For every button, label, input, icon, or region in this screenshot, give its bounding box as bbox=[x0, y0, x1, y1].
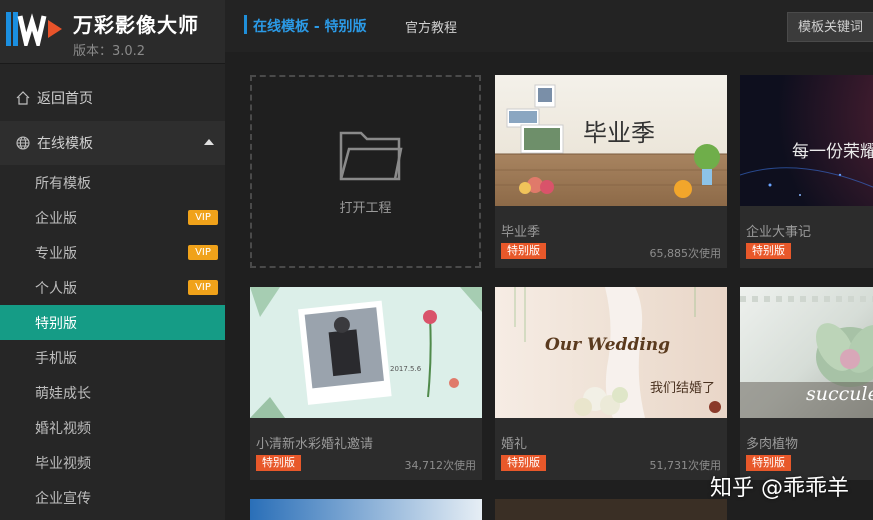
sidebar-item-label: 毕业视频 bbox=[35, 455, 91, 472]
sidebar: 万彩影像大师 版本：3.0.2 返回首页 在线模板 所有模板企业版 VIP 专业版 V… bbox=[0, 0, 225, 520]
thumbnail-caption: 毕业季 bbox=[583, 119, 655, 147]
sidebar-item[interactable]: 特别版 bbox=[0, 305, 225, 340]
template-title: 企业大事记 bbox=[746, 225, 812, 240]
app-version: 版本：3.0.2 bbox=[73, 44, 146, 59]
edition-badge: 特别版 bbox=[256, 455, 301, 471]
globe-icon bbox=[15, 135, 31, 151]
watermark: 知乎 @乖乖羊 bbox=[710, 476, 849, 501]
usage-count: 34,712次使用 bbox=[404, 459, 477, 472]
usage-count: 65,885次使用 bbox=[649, 247, 722, 260]
sidebar-item-label: 手机版 bbox=[35, 350, 77, 367]
thumbnail-subcaption: 我们结婚了 bbox=[650, 381, 716, 396]
sidebar-item[interactable]: 个人版 VIP bbox=[0, 270, 225, 305]
sidebar-item-label: 企业宣传 bbox=[35, 490, 91, 507]
sidebar-item[interactable]: 企业版 VIP bbox=[0, 200, 225, 235]
breadcrumb-marker bbox=[244, 15, 247, 34]
sidebar-item-label: 企业版 bbox=[35, 210, 77, 227]
edition-badge: 特别版 bbox=[746, 243, 791, 259]
sidebar-item-label: 萌娃成长 bbox=[35, 385, 91, 402]
template-title: 多肉植物 bbox=[746, 437, 799, 452]
template-card-partial[interactable] bbox=[495, 499, 727, 520]
template-title: 小清新水彩婚礼邀请 bbox=[256, 437, 374, 452]
template-category-list: 所有模板企业版 VIP 专业版 VIP 个人版 VIP 特别版手机版萌娃成长婚礼视频毕业视频… bbox=[0, 165, 225, 515]
collapse-caret-icon[interactable] bbox=[204, 139, 214, 145]
thumbnail-caption: succulent bbox=[806, 383, 873, 405]
app-logo-icon bbox=[6, 12, 62, 46]
sidebar-item[interactable]: 毕业视频 bbox=[0, 445, 225, 480]
sidebar-item-label: 个人版 bbox=[35, 280, 77, 297]
sidebar-item-label: 婚礼视频 bbox=[35, 420, 91, 437]
home-icon bbox=[15, 90, 31, 106]
app-name: 万彩影像大师 bbox=[73, 13, 199, 37]
template-thumbnail: Our Wedding 我们结婚了 bbox=[495, 287, 727, 418]
template-thumbnail: 毕业季 bbox=[495, 75, 727, 206]
template-thumbnail: succulent bbox=[740, 287, 873, 418]
top-bar: 在线模板 - 特别版 官方教程 bbox=[225, 0, 873, 52]
vip-badge: VIP bbox=[188, 210, 218, 225]
main-content: 在线模板 - 特别版 官方教程 打开工程 bbox=[225, 0, 873, 520]
sidebar-item[interactable]: 企业宣传 bbox=[0, 480, 225, 515]
sidebar-item[interactable]: 萌娃成长 bbox=[0, 375, 225, 410]
template-title: 毕业季 bbox=[501, 225, 541, 240]
edition-badge: 特别版 bbox=[501, 243, 546, 259]
sidebar-item-label: 专业版 bbox=[35, 245, 77, 262]
folder-icon bbox=[339, 131, 403, 181]
template-title: 婚礼 bbox=[501, 437, 528, 452]
breadcrumb: 在线模板 - 特别版 bbox=[253, 19, 367, 35]
template-card[interactable]: 2017.5.6 小清新水彩婚礼邀请 特别版 34,712次使用 bbox=[250, 287, 482, 480]
nav-online-templates[interactable]: 在线模板 bbox=[0, 121, 225, 165]
open-project-card[interactable]: 打开工程 bbox=[250, 75, 481, 268]
open-project-label: 打开工程 bbox=[339, 201, 392, 216]
nav-home[interactable]: 返回首页 bbox=[0, 78, 225, 118]
template-thumbnail: 2017.5.6 bbox=[250, 287, 482, 418]
sidebar-item[interactable]: 婚礼视频 bbox=[0, 410, 225, 445]
thumbnail-caption: Our Wedding bbox=[545, 335, 671, 355]
tutorial-link[interactable]: 官方教程 bbox=[405, 17, 457, 36]
template-card[interactable]: Our Wedding 我们结婚了 婚礼 特别版 51,731次使用 bbox=[495, 287, 727, 480]
sidebar-item[interactable]: 专业版 VIP bbox=[0, 235, 225, 270]
thumbnail-caption: 每一份荣耀 bbox=[792, 142, 873, 162]
template-card[interactable]: 每一份荣耀 企业大事记 特别版 bbox=[740, 75, 873, 268]
edition-badge: 特别版 bbox=[746, 455, 791, 471]
brand-header: 万彩影像大师 版本：3.0.2 bbox=[0, 0, 225, 64]
sidebar-item[interactable]: 手机版 bbox=[0, 340, 225, 375]
template-card-partial[interactable] bbox=[250, 499, 482, 520]
thumbnail-caption: 2017.5.6 bbox=[390, 365, 422, 373]
search-input[interactable] bbox=[787, 12, 873, 42]
sidebar-item-label: 所有模板 bbox=[35, 175, 91, 192]
nav-section-label: 在线模板 bbox=[37, 136, 93, 152]
vip-badge: VIP bbox=[188, 280, 218, 295]
edition-badge: 特别版 bbox=[501, 455, 546, 471]
vip-badge: VIP bbox=[188, 245, 218, 260]
sidebar-item-label: 特别版 bbox=[35, 315, 77, 332]
app-window: 万彩影像大师 版本：3.0.2 返回首页 在线模板 所有模板企业版 VIP 专业版 V… bbox=[0, 0, 873, 520]
nav-home-label: 返回首页 bbox=[37, 91, 93, 107]
sidebar-item[interactable]: 所有模板 bbox=[0, 165, 225, 200]
template-card[interactable]: succulent 多肉植物 特别版 bbox=[740, 287, 873, 480]
template-card[interactable]: 毕业季 毕业季 特别版 65,885次使用 bbox=[495, 75, 727, 268]
template-thumbnail: 每一份荣耀 bbox=[740, 75, 873, 206]
